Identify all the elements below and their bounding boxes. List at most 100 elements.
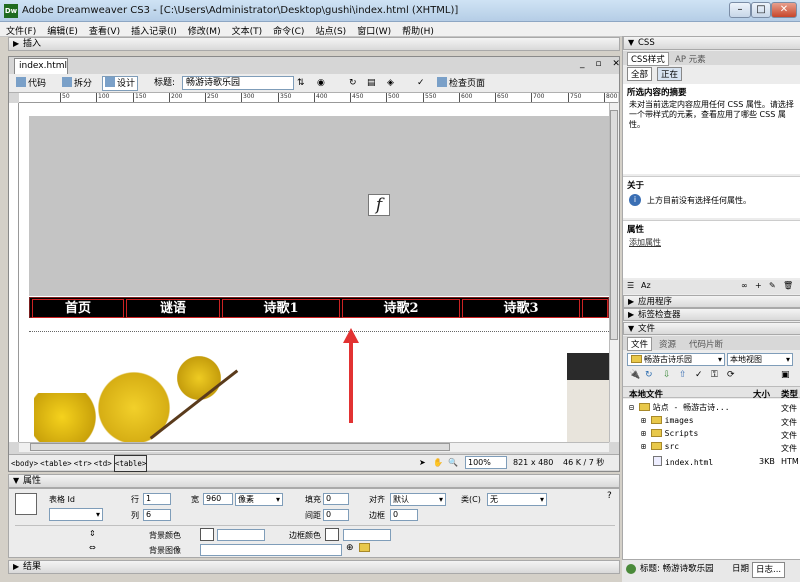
sync-icon[interactable]: ⟳ (727, 370, 735, 380)
bordercolor-input[interactable] (343, 529, 391, 541)
width-unit-select[interactable]: 像素 (235, 493, 283, 506)
hand-tool-icon[interactable]: ✋ (433, 455, 443, 470)
rows-input[interactable]: 1 (143, 493, 171, 505)
attach-stylesheet-icon[interactable]: ∞ (741, 281, 748, 290)
properties-panel-bar[interactable]: ▼ 属性 (8, 474, 620, 488)
maximize-button[interactable]: □ (751, 2, 771, 18)
bgcolor-input[interactable] (217, 529, 265, 541)
select-tool-icon[interactable]: ➤ (419, 455, 426, 470)
tab-ap-elements[interactable]: AP 元素 (675, 53, 706, 65)
menu-modify[interactable]: 修改(M) (182, 22, 226, 37)
edit-rule-icon[interactable]: ✎ (769, 281, 776, 290)
current-mode-button[interactable]: 正在 (657, 67, 683, 81)
refresh-icon[interactable]: ↻ (346, 76, 360, 91)
bgcolor-swatch[interactable] (200, 528, 214, 541)
tag-selector-tr[interactable]: <tr> (74, 456, 92, 471)
view-select[interactable]: 本地视图 (727, 353, 793, 366)
border-input[interactable]: 0 (390, 509, 418, 521)
new-rule-icon[interactable]: + (755, 281, 762, 290)
point-to-file-icon[interactable]: ⊕ (346, 543, 354, 553)
nav-item-riddle[interactable]: 谜语 (126, 299, 220, 318)
browse-folder-icon[interactable] (359, 543, 370, 552)
file-row-site[interactable]: ⊟ 站点 - 畅游古诗... (629, 402, 730, 413)
menu-view[interactable]: 查看(V) (83, 22, 125, 37)
menu-site[interactable]: 站点(S) (309, 22, 351, 37)
menu-window[interactable]: 窗口(W) (351, 22, 396, 37)
tab-assets[interactable]: 资源 (659, 338, 676, 350)
menu-help[interactable]: 帮助(H) (396, 22, 439, 37)
put-files-icon[interactable]: ⇧ (679, 370, 687, 380)
visual-aids-icon[interactable]: ◈ (384, 76, 397, 91)
file-row-scripts[interactable]: ⊞ Scripts (641, 429, 698, 438)
insert-panel-bar[interactable]: ▶ 插入 (8, 37, 620, 51)
document-window-controls[interactable]: _ ▫ ✕ (580, 59, 624, 69)
design-canvas[interactable]: f 首页 谜语 诗歌1 诗歌2 诗歌3 (19, 103, 609, 442)
check-in-icon[interactable]: ⚿ (711, 370, 718, 380)
align-select[interactable]: 默认 (390, 493, 446, 506)
delete-rule-icon[interactable]: 🗑 (783, 281, 793, 290)
convert-width-icon[interactable]: ⇔ (89, 543, 96, 552)
application-panel-bar[interactable]: ▶ 应用程序 (623, 295, 800, 308)
file-row-images[interactable]: ⊞ images (641, 416, 694, 425)
tab-files[interactable]: 文件 (627, 337, 653, 351)
window-size[interactable]: 821 x 480 (513, 455, 553, 470)
class-select[interactable]: 无 (487, 493, 547, 506)
file-management-icon[interactable]: ⇅ (294, 76, 308, 91)
table-id-select[interactable] (49, 508, 103, 521)
preview-browser-icon[interactable]: ◉ (314, 76, 328, 91)
check-out-icon[interactable]: ✓ (695, 370, 703, 380)
horizontal-scroll-thumb[interactable] (30, 443, 450, 451)
page-title-input[interactable]: 畅游诗歌乐园 (182, 76, 294, 90)
code-view-button[interactable]: 代码 (13, 76, 49, 91)
width-input[interactable]: 960 (203, 493, 233, 505)
results-panel-bar[interactable]: ▶ 结果 (8, 560, 620, 574)
tab-snippets[interactable]: 代码片断 (689, 338, 723, 350)
expand-panel-icon[interactable]: ▣ (781, 370, 790, 380)
menu-commands[interactable]: 命令(C) (267, 22, 309, 37)
zoom-select[interactable]: 100% (465, 456, 507, 469)
add-property-link[interactable]: 添加属性 (623, 237, 800, 248)
nav-item-poem2[interactable]: 诗歌2 (342, 299, 460, 318)
help-icon[interactable]: ? (607, 491, 612, 501)
css-panel-bar[interactable]: ▼ CSS (623, 36, 800, 50)
nav-item-poem1[interactable]: 诗歌1 (222, 299, 340, 318)
split-view-button[interactable]: 拆分 (59, 76, 95, 91)
nav-item-home[interactable]: 首页 (32, 299, 124, 318)
padding-input[interactable]: 0 (323, 493, 349, 505)
spacing-input[interactable]: 0 (323, 509, 349, 521)
bgimage-input[interactable] (200, 544, 342, 556)
refresh-icon[interactable]: ↻ (645, 370, 653, 380)
document-tab[interactable]: index.html (14, 58, 68, 74)
menu-text[interactable]: 文本(T) (226, 22, 268, 37)
menu-edit[interactable]: 编辑(E) (41, 22, 83, 37)
view-options-icon[interactable]: ▤ (364, 76, 379, 91)
zoom-tool-icon[interactable]: 🔍 (448, 455, 458, 470)
validate-icon[interactable]: ✓ (414, 76, 428, 91)
close-button[interactable]: ✕ (771, 2, 797, 18)
alpha-view-icon[interactable]: Az (641, 281, 651, 290)
tag-selector-td[interactable]: <td> (94, 456, 112, 471)
get-files-icon[interactable]: ⇩ (663, 370, 671, 380)
nav-table[interactable]: 首页 谜语 诗歌1 诗歌2 诗歌3 (29, 297, 609, 318)
file-row-index[interactable]: index.html (653, 456, 713, 467)
check-page-button[interactable]: 检查页面 (434, 76, 488, 91)
menu-file[interactable]: 文件(F) (0, 22, 41, 37)
tag-inspector-bar[interactable]: ▶ 标签检查器 (623, 308, 800, 321)
cols-input[interactable]: 6 (143, 509, 171, 521)
tab-css-styles[interactable]: CSS样式 (627, 52, 669, 66)
file-row-src[interactable]: ⊞ src (641, 442, 679, 451)
menu-insert[interactable]: 插入记录(I) (125, 22, 182, 37)
log-button[interactable]: 日志... (752, 562, 786, 578)
connect-icon[interactable]: 🔌 (629, 370, 640, 380)
vertical-scroll-thumb[interactable] (610, 110, 618, 340)
category-view-icon[interactable]: ☰ (627, 281, 634, 290)
bordercolor-swatch[interactable] (325, 528, 339, 541)
clear-heights-icon[interactable]: ⇕ (89, 529, 96, 538)
all-mode-button[interactable]: 全部 (627, 67, 653, 81)
tag-selector-body[interactable]: <body> (11, 456, 38, 471)
minimize-button[interactable]: – (729, 2, 751, 18)
design-view-button[interactable]: 设计 (102, 76, 139, 91)
tag-selector-table[interactable]: <table> (40, 456, 72, 471)
files-panel-bar[interactable]: ▼ 文件 (623, 322, 800, 335)
nav-item-poem3[interactable]: 诗歌3 (462, 299, 580, 318)
